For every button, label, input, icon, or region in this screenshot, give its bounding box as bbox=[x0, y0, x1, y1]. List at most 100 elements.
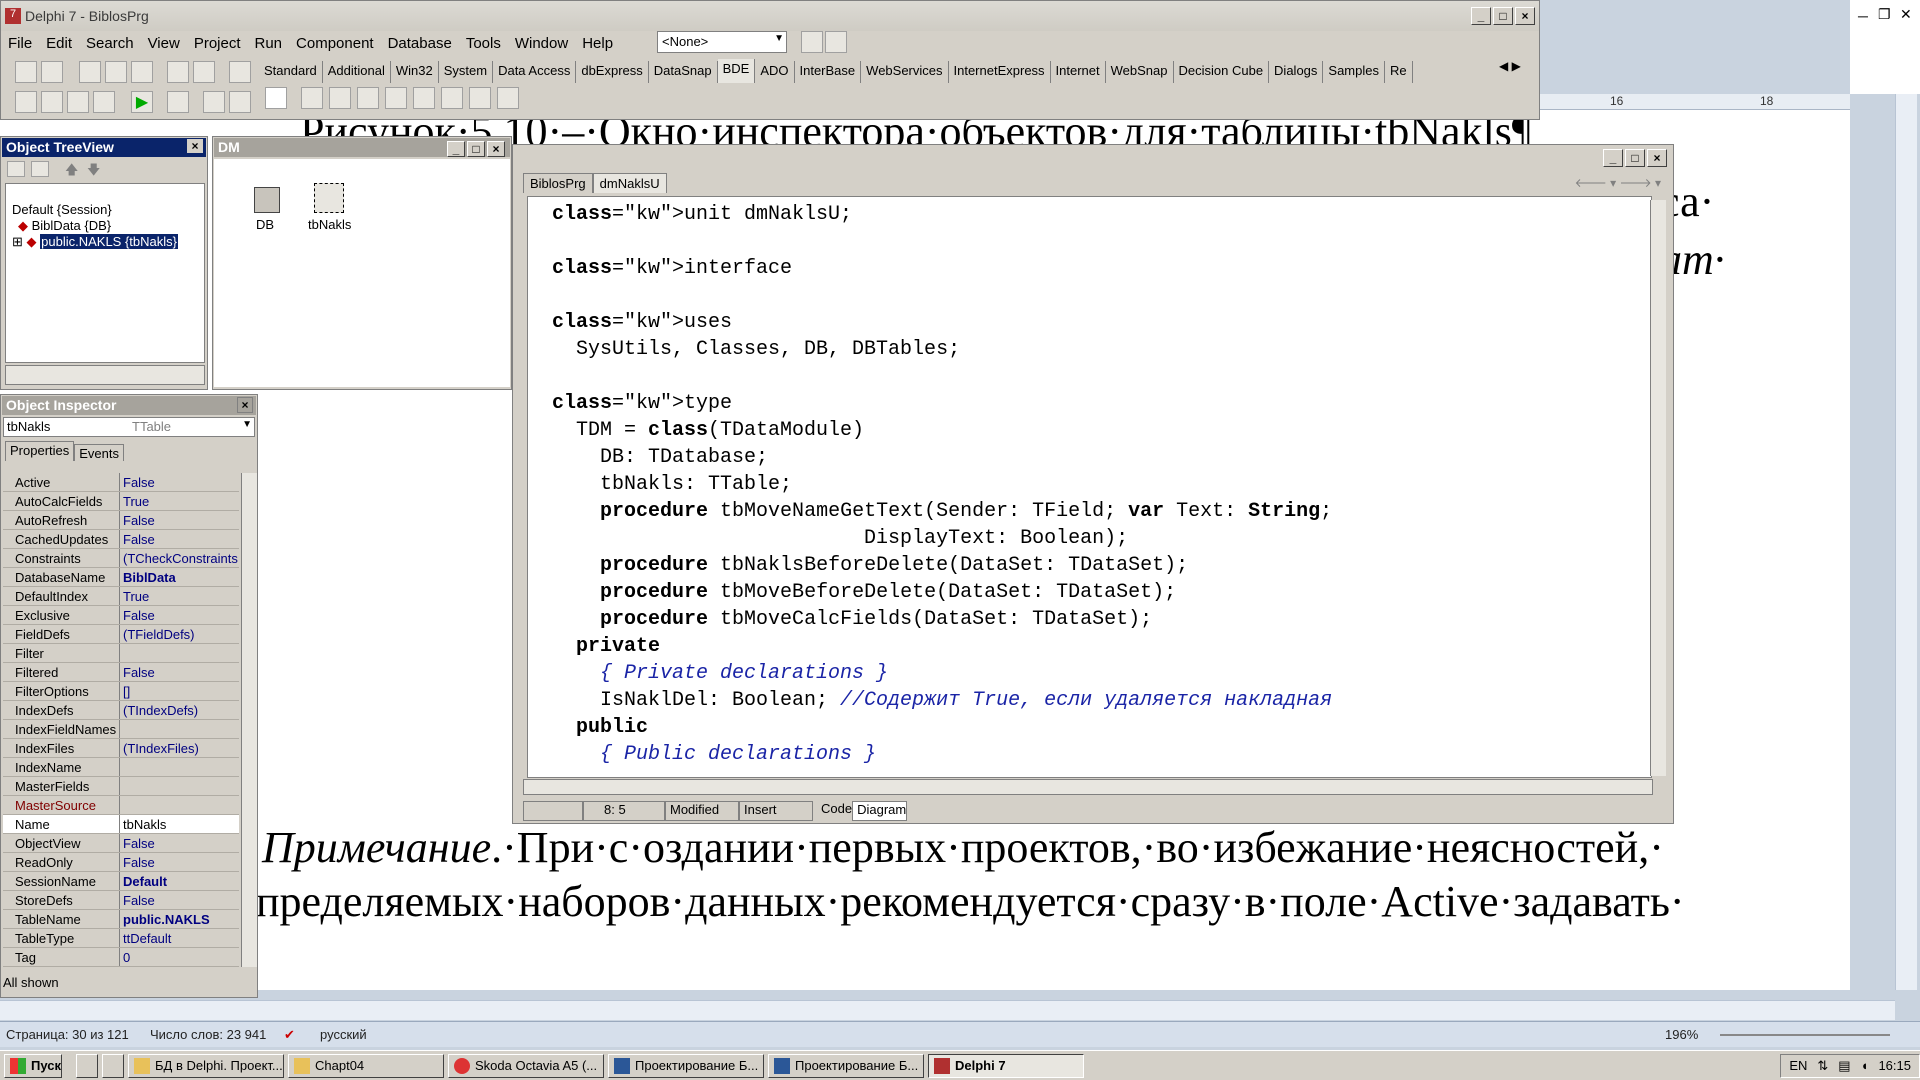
property-value[interactable]: (TCheckConstraints bbox=[123, 551, 239, 566]
toggle-form-unit-icon[interactable] bbox=[67, 91, 89, 113]
object-selector[interactable]: tbNakls TTable ▼ bbox=[3, 417, 255, 437]
menu-window[interactable]: Window bbox=[508, 35, 575, 52]
taskbar-item-active[interactable]: Delphi 7 bbox=[928, 1053, 1084, 1078]
tab-diagram[interactable]: Diagram bbox=[852, 801, 908, 821]
close-button[interactable]: × bbox=[487, 141, 505, 157]
menu-file[interactable]: File bbox=[1, 35, 39, 52]
zoom-level[interactable]: 196% bbox=[1665, 1027, 1698, 1042]
dm-canvas[interactable]: DB tbNakls bbox=[214, 159, 510, 387]
property-row[interactable]: MasterSource bbox=[3, 796, 239, 815]
tab-standard[interactable]: Standard bbox=[259, 61, 323, 83]
set-debug-desktop-icon[interactable] bbox=[825, 31, 847, 53]
word-count[interactable]: Число слов: 23 941 bbox=[150, 1027, 266, 1042]
property-row[interactable]: ReadOnly False bbox=[3, 853, 239, 872]
zoom-slider[interactable] bbox=[1720, 1034, 1890, 1036]
property-value[interactable]: ttDefault bbox=[123, 931, 239, 946]
property-value[interactable]: False bbox=[123, 513, 239, 528]
tstoredproc-component-icon[interactable] bbox=[357, 87, 379, 109]
property-value[interactable]: tbNakls bbox=[123, 817, 239, 832]
property-row[interactable]: ObjectView False bbox=[3, 834, 239, 853]
property-row[interactable]: Tag 0 bbox=[3, 948, 239, 967]
remove-from-project-icon[interactable] bbox=[193, 61, 215, 83]
menu-help[interactable]: Help bbox=[575, 35, 620, 52]
move-up-icon[interactable]: 🡅 bbox=[65, 161, 78, 183]
quick-launch-icon[interactable] bbox=[76, 1053, 98, 1078]
open-project-icon[interactable] bbox=[131, 61, 153, 83]
tab-ado[interactable]: ADO bbox=[755, 61, 795, 83]
tab-dmnaklsu[interactable]: dmNaklsU bbox=[592, 173, 667, 193]
property-row[interactable]: AutoCalcFields True bbox=[3, 492, 239, 511]
tab-additional[interactable]: Additional bbox=[323, 61, 391, 83]
tab-webservices[interactable]: WebServices bbox=[861, 61, 949, 83]
property-value[interactable]: [] bbox=[123, 684, 239, 699]
language-indicator[interactable]: EN bbox=[1789, 1058, 1807, 1073]
property-value[interactable]: False bbox=[123, 608, 239, 623]
taskbar-item[interactable]: Skoda Octavia A5 (... bbox=[448, 1053, 604, 1078]
property-value[interactable]: False bbox=[123, 475, 239, 490]
code-editor-text[interactable]: class="kw">unit dmNaklsU; class="kw">inte… bbox=[527, 196, 1652, 778]
pause-icon[interactable] bbox=[167, 91, 189, 113]
property-value[interactable]: False bbox=[123, 893, 239, 908]
property-row[interactable]: SessionName Default bbox=[3, 872, 239, 891]
close-icon[interactable]: ✕ bbox=[1900, 6, 1912, 23]
property-row[interactable]: IndexDefs (TIndexDefs) bbox=[3, 701, 239, 720]
maximize-button[interactable]: □ bbox=[467, 141, 485, 157]
property-row[interactable]: FilterOptions [] bbox=[3, 682, 239, 701]
tab-dbexpress[interactable]: dbExpress bbox=[576, 61, 649, 83]
word-vertical-scrollbar[interactable] bbox=[1895, 94, 1917, 990]
database-component-icon[interactable] bbox=[254, 187, 280, 213]
maximize-button[interactable]: □ bbox=[1493, 7, 1513, 25]
minimize-button[interactable]: _ bbox=[447, 141, 465, 157]
tbatchmove-component-icon[interactable] bbox=[441, 87, 463, 109]
tab-websnap[interactable]: WebSnap bbox=[1106, 61, 1174, 83]
taskbar-item[interactable]: Проектирование Б... bbox=[768, 1053, 924, 1078]
tab-datasnap[interactable]: DataSnap bbox=[649, 61, 718, 83]
property-row[interactable]: TableName public.NAKLS bbox=[3, 910, 239, 929]
property-row[interactable]: StoreDefs False bbox=[3, 891, 239, 910]
add-to-project-icon[interactable] bbox=[167, 61, 189, 83]
close-icon[interactable]: × bbox=[237, 397, 253, 413]
property-value[interactable]: (TIndexDefs) bbox=[123, 703, 239, 718]
menu-search[interactable]: Search bbox=[79, 35, 141, 52]
property-value[interactable]: True bbox=[123, 589, 239, 604]
property-row[interactable]: Name tbNakls bbox=[3, 815, 239, 834]
step-over-icon[interactable] bbox=[229, 91, 251, 113]
property-row[interactable]: DatabaseName BiblData bbox=[3, 568, 239, 587]
property-row[interactable]: DefaultIndex True bbox=[3, 587, 239, 606]
menu-view[interactable]: View bbox=[141, 35, 187, 52]
property-value[interactable]: False bbox=[123, 665, 239, 680]
tab-system[interactable]: System bbox=[439, 61, 494, 83]
taskbar-item[interactable]: БД в Delphi. Проект... bbox=[128, 1053, 284, 1078]
minimize-button[interactable]: _ bbox=[1471, 7, 1491, 25]
desktop-config-combo[interactable]: <None> ▼ bbox=[657, 31, 787, 53]
menu-database[interactable]: Database bbox=[381, 35, 459, 52]
word-ruler[interactable]: 16 18 bbox=[1540, 94, 1850, 110]
language-indicator[interactable]: русский bbox=[320, 1027, 367, 1042]
save-all-icon[interactable] bbox=[105, 61, 127, 83]
new-item-icon[interactable] bbox=[7, 161, 25, 177]
tab-events[interactable]: Events bbox=[74, 444, 124, 461]
treeview-hscrollbar[interactable] bbox=[5, 365, 205, 385]
run-icon[interactable]: ▶ bbox=[131, 91, 153, 113]
property-value[interactable]: (TIndexFiles) bbox=[123, 741, 239, 756]
property-value[interactable]: False bbox=[123, 836, 239, 851]
tab-more[interactable]: Re bbox=[1385, 61, 1413, 83]
pointer-arrow-icon[interactable] bbox=[265, 87, 287, 109]
tab-internetexpress[interactable]: InternetExpress bbox=[949, 61, 1051, 83]
tdatabase-component-icon[interactable] bbox=[385, 87, 407, 109]
tree-item-selected[interactable]: ⊞ ◆ public.NAKLS {tbNakls} bbox=[12, 234, 178, 250]
tab-decision-cube[interactable]: Decision Cube bbox=[1174, 61, 1270, 83]
property-row[interactable]: AutoRefresh False bbox=[3, 511, 239, 530]
move-down-icon[interactable]: 🡇 bbox=[87, 161, 100, 183]
property-row[interactable]: TableType ttDefault bbox=[3, 929, 239, 948]
close-button[interactable]: × bbox=[1647, 149, 1667, 167]
close-icon[interactable]: × bbox=[187, 139, 203, 153]
property-value[interactable]: 0 bbox=[123, 950, 239, 965]
property-row[interactable]: Active False bbox=[3, 473, 239, 492]
tab-code[interactable]: Code bbox=[813, 801, 852, 821]
view-form-icon[interactable] bbox=[41, 91, 63, 113]
property-row[interactable]: FieldDefs (TFieldDefs) bbox=[3, 625, 239, 644]
close-button[interactable]: × bbox=[1515, 7, 1535, 25]
property-value[interactable]: True bbox=[123, 494, 239, 509]
tab-interbase[interactable]: InterBase bbox=[795, 61, 862, 83]
